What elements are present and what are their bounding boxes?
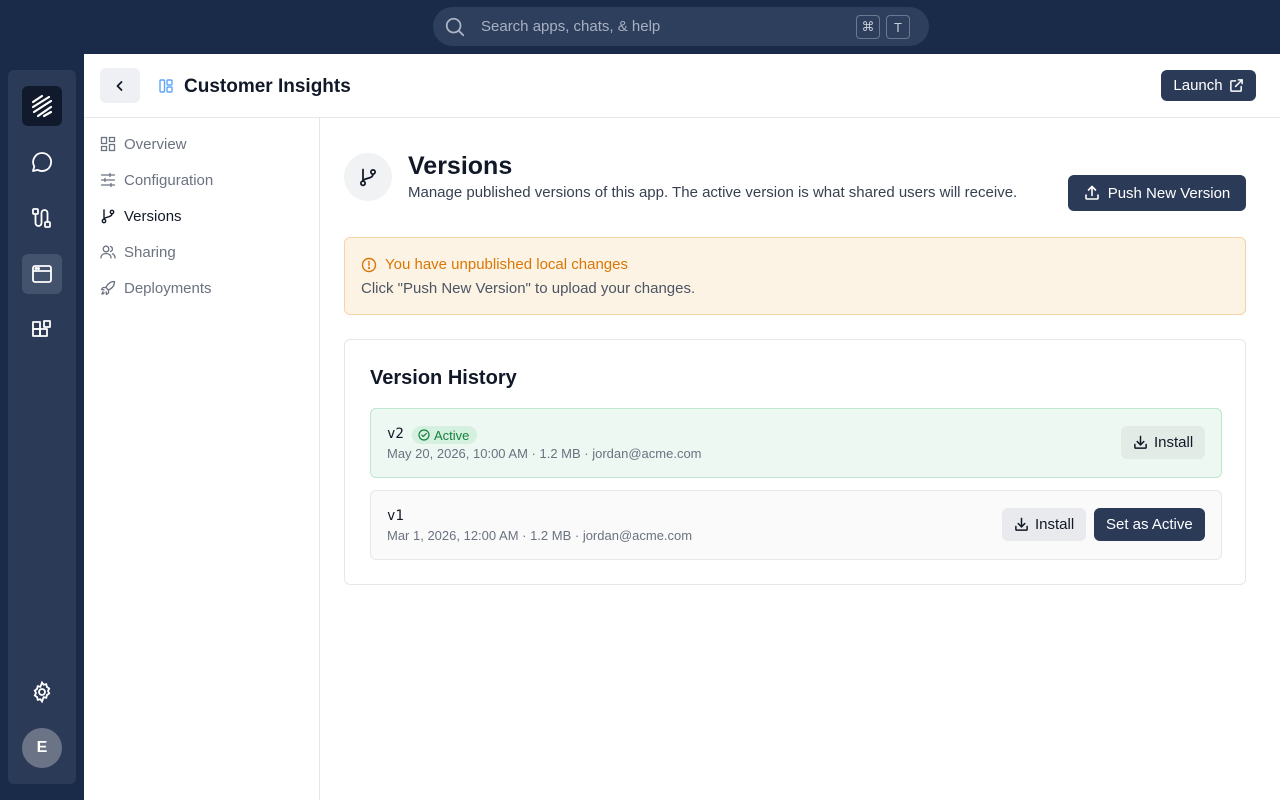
alert-circle-icon xyxy=(361,257,377,273)
subnav-label: Configuration xyxy=(124,171,214,189)
version-meta: Mar 1, 2026, 12:00 AM · 1.2 MB · jordan@… xyxy=(387,528,693,543)
grid-icon xyxy=(100,136,116,152)
launch-label: Launch xyxy=(1173,77,1223,94)
subnav-label: Deployments xyxy=(124,279,212,297)
status-badge: Active xyxy=(412,426,478,444)
app-sub-navigation: Overview Configuration Versions Sharing … xyxy=(84,118,320,800)
search-placeholder: Search apps, chats, & help xyxy=(481,18,661,35)
git-branch-icon xyxy=(344,153,392,201)
launch-button[interactable]: Launch xyxy=(1161,70,1256,101)
shortcut-cmd-key: ⌘ xyxy=(856,15,880,39)
git-branch-icon xyxy=(101,209,115,224)
alert-text: Click "Push New Version" to upload your … xyxy=(361,280,696,297)
app-rail: E xyxy=(8,70,76,784)
subnav-label: Versions xyxy=(124,207,182,225)
page-header: Customer Insights Launch xyxy=(84,54,1280,118)
rocket-icon xyxy=(100,280,116,296)
install-label: Install xyxy=(1154,434,1194,451)
versions-content: Versions Manage published versions of th… xyxy=(320,118,1280,800)
subnav-label: Sharing xyxy=(124,243,176,261)
install-label: Install xyxy=(1035,516,1075,533)
page-title: Customer Insights xyxy=(184,76,351,97)
subnav-label: Overview xyxy=(124,135,187,153)
chat-icon[interactable] xyxy=(22,142,62,182)
sliders-icon xyxy=(100,172,116,188)
version-meta: May 20, 2026, 10:00 AM · 1.2 MB · jordan… xyxy=(387,446,702,461)
version-number: v1 xyxy=(387,508,404,524)
subnav-item-versions[interactable]: Versions xyxy=(100,204,182,228)
badge-label: Active xyxy=(434,427,470,443)
section-description: Manage published versions of this app. T… xyxy=(408,184,1018,201)
back-button[interactable] xyxy=(100,68,140,103)
chevron-left-icon xyxy=(116,80,123,91)
extensions-icon[interactable] xyxy=(22,310,62,350)
install-button[interactable]: Install xyxy=(1121,426,1206,459)
search-bar[interactable]: Search apps, chats, & help ⌘ T xyxy=(433,7,929,46)
top-bar: Search apps, chats, & help ⌘ T xyxy=(0,0,1280,54)
external-link-icon xyxy=(1229,79,1243,92)
users-icon xyxy=(100,245,116,259)
apps-window-icon[interactable] xyxy=(22,254,62,294)
gear-icon[interactable] xyxy=(22,672,62,712)
subnav-item-overview[interactable]: Overview xyxy=(100,132,187,156)
push-new-version-button[interactable]: Push New Version xyxy=(1068,175,1246,211)
search-icon xyxy=(445,17,465,37)
subnav-item-configuration[interactable]: Configuration xyxy=(100,168,213,192)
alert-title: You have unpublished local changes xyxy=(385,256,628,273)
subnav-item-sharing[interactable]: Sharing xyxy=(100,240,176,264)
avatar[interactable]: E xyxy=(22,728,62,768)
push-label: Push New Version xyxy=(1107,184,1231,202)
logo-icon[interactable] xyxy=(22,86,62,126)
upload-icon xyxy=(1084,185,1099,200)
unpublished-changes-alert: You have unpublished local changes Click… xyxy=(344,237,1246,315)
download-icon xyxy=(1134,435,1147,449)
workflow-icon[interactable] xyxy=(22,198,62,238)
app-layout-icon xyxy=(159,79,173,93)
shortcut-t-key: T xyxy=(886,15,910,39)
version-number: v2 xyxy=(387,426,404,442)
version-history-card: Version History v2 Active May 20, 2026, … xyxy=(344,339,1246,585)
history-title: Version History xyxy=(370,367,517,389)
download-icon xyxy=(1015,517,1028,531)
main-panel: Customer Insights Launch Overview Config… xyxy=(84,54,1280,800)
install-button[interactable]: Install xyxy=(1002,508,1087,541)
version-row: v1 Mar 1, 2026, 12:00 AM · 1.2 MB · jord… xyxy=(370,490,1222,560)
section-title: Versions xyxy=(408,152,513,180)
set-as-active-button[interactable]: Set as Active xyxy=(1094,508,1205,541)
version-row: v2 Active May 20, 2026, 10:00 AM · 1.2 M… xyxy=(370,408,1222,478)
subnav-item-deployments[interactable]: Deployments xyxy=(100,276,212,300)
check-circle-icon xyxy=(418,429,430,441)
